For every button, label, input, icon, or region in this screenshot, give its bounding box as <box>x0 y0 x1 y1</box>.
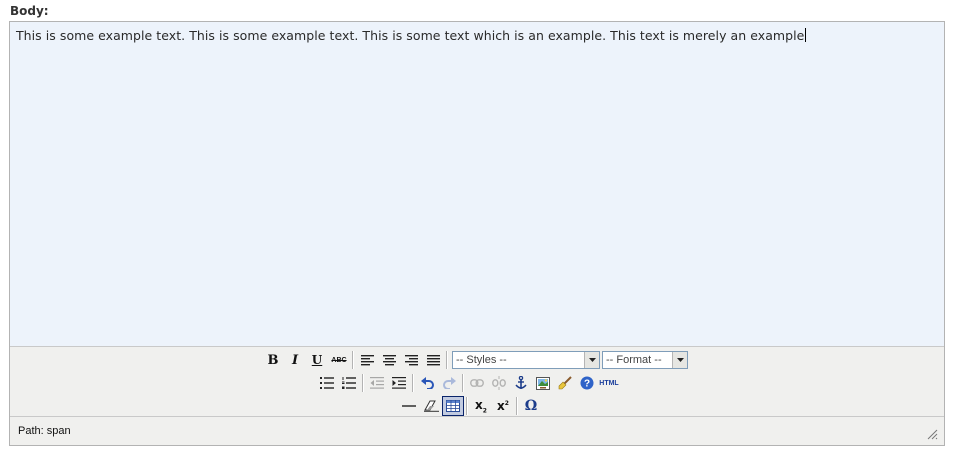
indent-icon <box>392 377 406 389</box>
anchor-button[interactable] <box>510 373 532 393</box>
strikethrough-icon: ABC <box>331 356 347 364</box>
undo-button[interactable] <box>416 373 438 393</box>
chevron-down-icon[interactable] <box>584 352 599 368</box>
remove-format-icon <box>423 400 439 412</box>
toolbar-separator <box>462 374 464 392</box>
insert-image-button[interactable] <box>532 373 554 393</box>
underline-icon: U <box>311 353 323 367</box>
editor-status-bar: Path: span <box>10 416 944 445</box>
omega-icon: Ω <box>524 398 538 414</box>
subscript-icon: x2 <box>475 397 487 415</box>
bold-icon: B <box>267 352 279 368</box>
link-icon <box>470 379 484 387</box>
body-field-label: Body: <box>10 4 49 18</box>
toolbar-row-3: x2 x2 Ω <box>398 395 542 417</box>
unlink-icon <box>492 376 506 390</box>
remove-format-button[interactable] <box>420 396 442 416</box>
cleanup-button[interactable] <box>554 373 576 393</box>
bold-button[interactable]: B <box>262 350 284 370</box>
editor-toolbar: B I U ABC -- Styles -- -- Format -- ? HT… <box>10 347 944 417</box>
toolbar-separator <box>516 397 518 415</box>
html-source-icon: HTML <box>599 379 619 387</box>
align-center-button[interactable] <box>378 350 400 370</box>
subscript-button[interactable]: x2 <box>470 396 492 416</box>
italic-button[interactable]: I <box>284 350 306 370</box>
italic-icon: I <box>291 352 299 368</box>
toolbar-separator <box>352 351 354 369</box>
outdent-icon <box>370 377 384 389</box>
image-icon <box>536 376 550 390</box>
svg-text:?: ? <box>584 379 590 390</box>
underline-button[interactable]: U <box>306 350 328 370</box>
align-center-icon <box>382 354 396 365</box>
strikethrough-button[interactable]: ABC <box>328 350 350 370</box>
align-right-button[interactable] <box>400 350 422 370</box>
insert-table-button[interactable] <box>442 396 464 416</box>
toolbar-separator <box>362 374 364 392</box>
styles-select[interactable]: -- Styles -- <box>452 351 600 369</box>
toolbar-row-2: ? HTML <box>316 372 620 394</box>
help-button[interactable]: ? <box>576 373 598 393</box>
rich-text-editor: This is some example text. This is some … <box>9 21 945 446</box>
html-source-button[interactable]: HTML <box>598 373 620 393</box>
styles-select-value: -- Styles -- <box>456 354 507 366</box>
editor-content-area[interactable]: This is some example text. This is some … <box>10 22 944 347</box>
help-icon: ? <box>580 376 594 390</box>
toolbar-separator <box>412 374 414 392</box>
table-icon <box>446 400 460 412</box>
numbered-list-icon <box>342 377 356 389</box>
cleanup-icon <box>558 376 572 390</box>
align-left-button[interactable] <box>356 350 378 370</box>
redo-button[interactable] <box>438 373 460 393</box>
format-select-value: -- Format -- <box>606 354 662 366</box>
toolbar-row-1: B I U ABC -- Styles -- -- Format -- <box>262 349 688 371</box>
resize-grip-icon[interactable] <box>926 428 938 440</box>
toolbar-separator <box>466 397 468 415</box>
horizontal-rule-button[interactable] <box>398 396 420 416</box>
superscript-button[interactable]: x2 <box>492 396 514 416</box>
align-justify-icon <box>426 354 440 365</box>
undo-icon <box>420 377 434 389</box>
unlink-button[interactable] <box>488 373 510 393</box>
indent-button[interactable] <box>388 373 410 393</box>
format-select[interactable]: -- Format -- <box>602 351 688 369</box>
numbered-list-button[interactable] <box>338 373 360 393</box>
redo-icon <box>442 377 456 389</box>
anchor-icon <box>515 376 527 389</box>
chevron-down-icon[interactable] <box>672 352 687 368</box>
link-button[interactable] <box>466 373 488 393</box>
align-right-icon <box>404 354 418 365</box>
editor-content-text[interactable]: This is some example text. This is some … <box>16 28 804 43</box>
text-caret <box>805 28 807 42</box>
align-justify-button[interactable] <box>422 350 444 370</box>
superscript-icon: x2 <box>497 399 509 413</box>
special-character-button[interactable]: Ω <box>520 396 542 416</box>
element-path[interactable]: Path: span <box>18 425 71 437</box>
horizontal-rule-icon <box>402 405 416 407</box>
outdent-button[interactable] <box>366 373 388 393</box>
align-left-icon <box>360 354 374 365</box>
bullet-list-icon <box>320 377 334 389</box>
toolbar-separator <box>446 351 448 369</box>
bullet-list-button[interactable] <box>316 373 338 393</box>
